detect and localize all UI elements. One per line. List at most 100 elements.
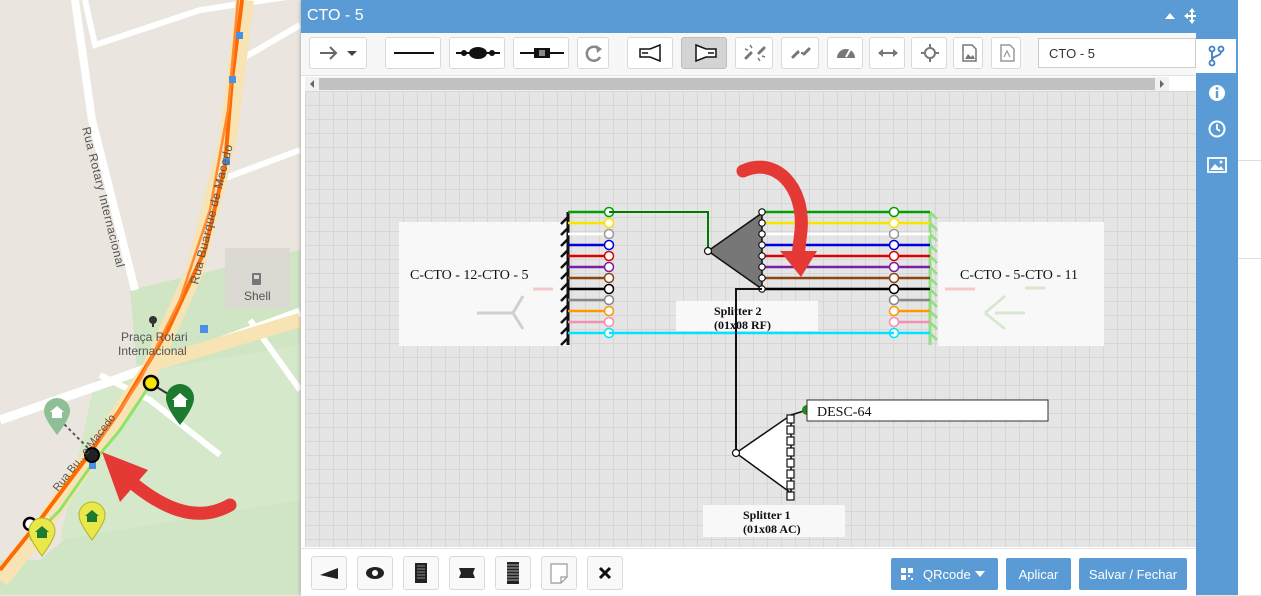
fiber-port-right[interactable]	[888, 206, 900, 218]
connector-tool-button[interactable]	[513, 37, 569, 69]
dio-tool-button[interactable]	[495, 556, 531, 590]
bottom-toolbar: QRcode Aplicar Salvar / Fechar	[301, 548, 1196, 596]
fiber-port-left[interactable]	[603, 217, 615, 229]
fiber-port-right[interactable]	[888, 272, 900, 284]
images-tab[interactable]	[1196, 148, 1238, 182]
image-export-button[interactable]	[953, 37, 983, 69]
splitter2-name: Splitter 2	[714, 304, 761, 318]
splitter1-port[interactable]	[786, 480, 795, 490]
join-link-tool-button[interactable]	[781, 37, 819, 69]
scroll-left-icon[interactable]	[307, 79, 317, 89]
pole-marker[interactable]	[200, 325, 208, 333]
cable-box-right[interactable]	[938, 222, 1104, 346]
fiber-port-left[interactable]	[603, 272, 615, 284]
cable-box-left[interactable]	[399, 222, 569, 346]
save-close-button[interactable]: Salvar / Fechar	[1079, 558, 1187, 590]
toolbar	[301, 33, 1196, 76]
fiber-port-right[interactable]	[888, 250, 900, 262]
fiber-to-splitter2[interactable]	[609, 211, 709, 251]
horizontal-scrollbar[interactable]	[305, 77, 1169, 91]
left-fiber-stubs[interactable]	[568, 206, 615, 339]
redo-button[interactable]	[577, 37, 609, 69]
splitter2-port[interactable]	[758, 252, 766, 260]
splitter1-port[interactable]	[786, 447, 795, 457]
fiber-port-right[interactable]	[888, 283, 900, 295]
note-tool-button[interactable]	[541, 556, 577, 590]
cable-right-label: C-CTO - 5-CTO - 11	[960, 268, 1078, 283]
fiber-port-left[interactable]	[603, 305, 615, 317]
splitter1-port[interactable]	[786, 469, 795, 479]
gauge-icon	[837, 49, 855, 58]
cut-link-tool-button[interactable]	[735, 37, 773, 69]
pole-marker[interactable]	[89, 462, 96, 469]
fiber-port-right[interactable]	[888, 294, 900, 306]
splitter2-port[interactable]	[758, 230, 766, 238]
splitter1-port[interactable]	[786, 436, 795, 446]
splitter1-port[interactable]	[786, 425, 795, 435]
info-tab[interactable]	[1196, 76, 1238, 110]
horizontal-arrows-tool-button[interactable]	[869, 37, 905, 69]
fiber-port-left[interactable]	[603, 250, 615, 262]
pole-marker[interactable]	[229, 76, 236, 83]
chevron-up-icon[interactable]	[1161, 7, 1179, 25]
fiber-port-right[interactable]	[888, 316, 900, 328]
splitter2-port[interactable]	[758, 274, 766, 282]
closure-tool-button[interactable]	[357, 556, 393, 590]
cto-editor-window: CTO - 5 CTO - 5 C-CTO - 12-CTO - 5 C-CTO…	[301, 0, 1243, 596]
delete-button[interactable]	[587, 556, 623, 590]
splitter-2[interactable]	[703, 211, 763, 291]
diagram-canvas[interactable]: C-CTO - 12-CTO - 5 C-CTO - 5-CTO - 11 Sp…	[305, 91, 1196, 547]
dio-tool-icon	[507, 562, 519, 584]
right-fiber-tray[interactable]	[928, 211, 938, 345]
fiber-port-left[interactable]	[603, 316, 615, 328]
gauge-tool-button[interactable]	[827, 37, 863, 69]
fiber-port-left[interactable]	[603, 228, 615, 240]
cto-name-field[interactable]	[1038, 38, 1196, 68]
note-tool-icon	[550, 563, 568, 584]
scrollbar-thumb[interactable]	[319, 78, 1155, 90]
splitter-1[interactable]	[731, 413, 792, 495]
fiber-port-right[interactable]	[888, 217, 900, 229]
annotation-arrowhead-canvas	[780, 251, 817, 277]
drop-label: DESC-64	[817, 405, 871, 420]
history-tab[interactable]	[1196, 112, 1238, 146]
fiber-port-right[interactable]	[888, 228, 900, 240]
splitter1-port[interactable]	[786, 414, 795, 424]
splitter1-port[interactable]	[786, 491, 795, 501]
crosshair-tool-button[interactable]	[911, 37, 947, 69]
poi-label-praca-1: Praça Rotari	[121, 330, 188, 344]
window-titlebar[interactable]: CTO - 5	[301, 0, 1243, 33]
join-link-icon	[791, 47, 811, 59]
fiber-port-left[interactable]	[603, 261, 615, 273]
fiber-port-right[interactable]	[888, 239, 900, 251]
splitter-tool-button[interactable]	[311, 556, 347, 590]
fiber-port-left[interactable]	[603, 239, 615, 251]
splitter2-port[interactable]	[758, 219, 766, 227]
pdf-export-button[interactable]	[991, 37, 1021, 69]
fiber-port-right[interactable]	[888, 305, 900, 317]
splitter2-port[interactable]	[758, 263, 766, 271]
connector-tool-button-bottom[interactable]	[449, 556, 485, 590]
cto-marker[interactable]	[142, 374, 160, 392]
image-icon	[1207, 157, 1227, 173]
branch-tab[interactable]	[1196, 39, 1236, 73]
splitter-right-icon	[695, 43, 717, 63]
scroll-right-icon[interactable]	[1157, 79, 1167, 89]
splitter1-port[interactable]	[786, 458, 795, 468]
tray-tool-button[interactable]	[403, 556, 439, 590]
branch-icon	[1208, 45, 1225, 67]
line-tool-button[interactable]	[385, 37, 441, 69]
splitter2-port[interactable]	[758, 208, 766, 216]
fiber-port-left[interactable]	[603, 283, 615, 295]
fiber-port-right[interactable]	[888, 261, 900, 273]
arrow-tool-button[interactable]	[309, 37, 367, 69]
pole-marker[interactable]	[236, 32, 243, 39]
splitter-right-tool-button[interactable]	[681, 37, 727, 69]
splitter-left-tool-button[interactable]	[627, 37, 673, 69]
qrcode-button[interactable]: QRcode	[891, 558, 998, 590]
splitter2-port[interactable]	[758, 241, 766, 249]
splice-closure-tool-button[interactable]	[449, 37, 505, 69]
apply-button[interactable]: Aplicar	[1006, 558, 1071, 590]
fiber-port-left[interactable]	[603, 294, 615, 306]
horizontal-arrows-icon	[878, 49, 898, 57]
